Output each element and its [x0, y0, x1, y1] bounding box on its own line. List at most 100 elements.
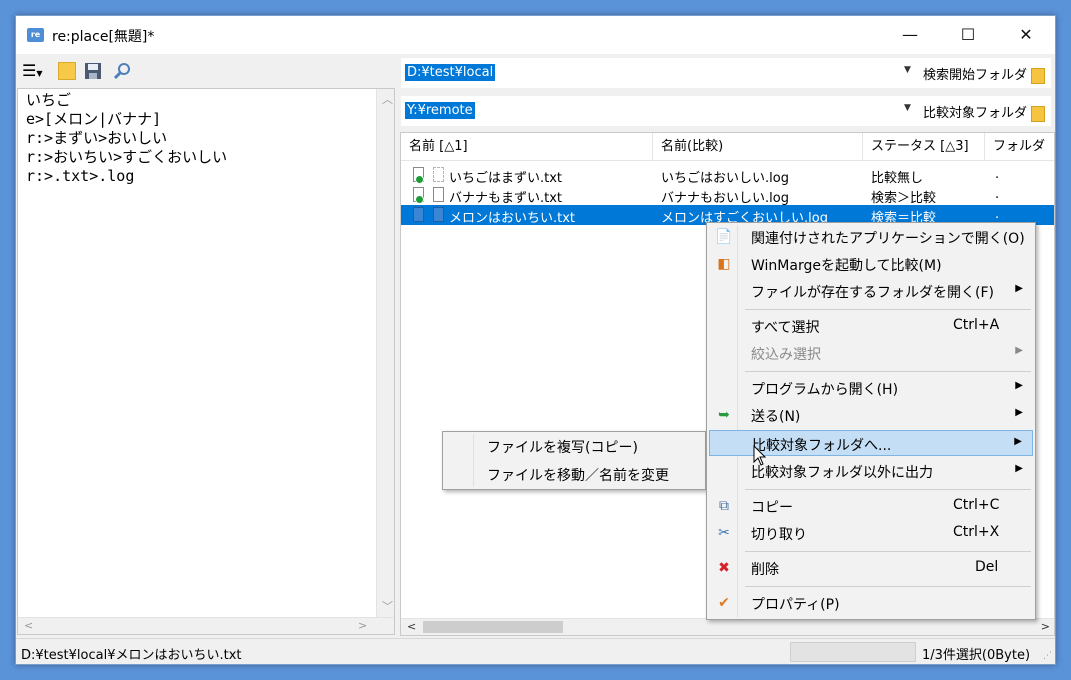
menu-item-open-with-app[interactable]: 📄 関連付けされたアプリケーションで開く(O) [709, 224, 1033, 250]
check-icon [415, 175, 424, 184]
scroll-left-icon[interactable]: < [24, 619, 33, 632]
check-icon [415, 195, 424, 204]
close-button[interactable]: ✕ [997, 16, 1055, 54]
scrollbar-thumb[interactable] [423, 621, 563, 633]
submenu-item-move-file[interactable]: ファイルを移動／名前を変更 [445, 461, 703, 487]
title-bar: re re:place[無題]* — ☐ ✕ [16, 16, 1055, 54]
window-title: re:place[無題]* [52, 29, 155, 45]
editor-horizontal-scrollbar[interactable]: < > [18, 617, 394, 634]
submenu-arrow-icon: ▶ [1015, 380, 1023, 391]
menu-item-delete[interactable]: ✖ 削除 Del [709, 555, 1033, 581]
submenu-arrow-icon: ▶ [1015, 407, 1023, 418]
menu-separator [745, 551, 1031, 552]
column-header-name[interactable]: 名前 [△1] [401, 133, 653, 161]
search-folder-button[interactable]: 検索開始フォルダ [923, 64, 1046, 84]
cell-folder: . [995, 167, 1000, 182]
menu-item-cut[interactable]: ✂ 切り取り Ctrl+X [709, 520, 1033, 546]
minimize-button[interactable]: — [881, 16, 939, 54]
menu-item-label: すべて選択 [751, 320, 820, 336]
menu-item-label: WinMargeを起動して比較(M) [751, 258, 942, 274]
scroll-left-icon[interactable]: < [407, 620, 416, 633]
submenu-arrow-icon: ▶ [1015, 283, 1023, 294]
submenu-arrow-icon: ▶ [1015, 463, 1023, 474]
menu-item-winmerge[interactable]: ◧ WinMargeを起動して比較(M) [709, 251, 1033, 277]
rule-editor-text[interactable]: いちご e>[メロン|バナナ] r:>まずい>おいしい r:>おいちい>すごくお… [26, 91, 227, 186]
chevron-down-icon[interactable]: ▼ [904, 65, 911, 75]
editor-toolbar: ☰▼ [16, 56, 396, 86]
submenu-item-label: ファイルを複写(コピー) [487, 440, 638, 456]
search-icon[interactable] [113, 62, 131, 80]
chevron-down-icon[interactable]: ▼ [904, 103, 911, 113]
send-to-icon: ➥ [718, 407, 730, 423]
menu-item-filter-select: 絞込み選択 ▶ [709, 340, 1033, 366]
maximize-button[interactable]: ☐ [939, 16, 997, 54]
new-file-icon[interactable] [58, 62, 76, 80]
menu-separator [745, 586, 1031, 587]
context-menu: 📄 関連付けされたアプリケーションで開く(O) ◧ WinMargeを起動して比… [706, 222, 1036, 620]
menu-item-label: 比較対象フォルダ以外に出力 [751, 465, 933, 481]
menu-item-label: 送る(N) [751, 409, 801, 425]
table-row[interactable]: バナナもまずい.txt バナナもおいしい.log 検索＞比較 . [401, 185, 1054, 206]
menu-item-properties[interactable]: ✔ プロパティ(P) [709, 590, 1033, 616]
submenu-arrow-icon: ▶ [1014, 436, 1022, 447]
submenu-item-copy-file[interactable]: ファイルを複写(コピー) [445, 433, 703, 459]
compare-folder-combo[interactable]: Y:¥remote ▼ 比較対象フォルダ [401, 96, 1051, 126]
scissors-icon: ✂ [718, 525, 730, 541]
table-row[interactable]: いちごはまずい.txt いちごはおいしい.log 比較無し . [401, 165, 1054, 186]
rule-editor[interactable]: いちご e>[メロン|バナナ] r:>まずい>おいしい r:>おいちい>すごくお… [17, 88, 395, 635]
compare-folder-input[interactable]: Y:¥remote [405, 102, 475, 119]
menu-item-send-to[interactable]: ➥ 送る(N) ▶ [709, 402, 1033, 428]
compare-folder-button[interactable]: 比較対象フォルダ [923, 102, 1046, 122]
search-folder-button-label: 検索開始フォルダ [923, 68, 1028, 83]
cell-status: 検索＞比較 [871, 191, 937, 206]
cell-status: 比較無し [871, 171, 924, 186]
menu-item-label: 切り取り [751, 527, 807, 543]
file-icon [413, 207, 424, 222]
status-selection: 1/3件選択(0Byte) [922, 648, 1031, 663]
status-bar: D:¥test¥local¥メロンはおいちい.txt 1/3件選択(0Byte)… [16, 638, 1055, 664]
hamburger-icon[interactable]: ☰▼ [22, 61, 43, 80]
status-progress [790, 642, 916, 662]
scroll-down-icon[interactable]: ﹀ [382, 598, 393, 614]
resize-grip-icon[interactable]: ⋰ [1043, 651, 1052, 661]
editor-vertical-scrollbar[interactable]: ︿ ﹀ [376, 89, 394, 634]
missing-file-icon [433, 167, 444, 182]
column-header-compare-name[interactable]: 名前(比較) [653, 133, 863, 161]
app-icon: re [27, 28, 44, 42]
scroll-right-icon[interactable]: > [1041, 620, 1050, 633]
cell-name: バナナもまずい.txt [449, 191, 563, 206]
file-list-horizontal-scrollbar[interactable]: < > [401, 618, 1054, 635]
cell-folder: . [995, 207, 1000, 222]
cell-name: いちごはまずい.txt [449, 171, 563, 186]
copy-icon: ⧉ [719, 498, 729, 514]
folder-icon [1031, 67, 1046, 84]
menu-item-label: 絞込み選択 [751, 347, 821, 363]
document-icon: 📄 [715, 229, 733, 245]
mouse-cursor-icon [753, 445, 767, 466]
menu-item-open-folder[interactable]: ファイルが存在するフォルダを開く(F) ▶ [709, 278, 1033, 304]
compare-folder-submenu: ファイルを複写(コピー) ファイルを移動／名前を変更 [442, 431, 706, 490]
search-folder-combo[interactable]: D:¥test¥local ▼ 検索開始フォルダ [401, 58, 1051, 88]
menu-item-copy[interactable]: ⧉ コピー Ctrl+C [709, 493, 1033, 519]
menu-separator [745, 371, 1031, 372]
menu-item-label: プロパティ(P) [751, 597, 840, 613]
search-folder-input[interactable]: D:¥test¥local [405, 64, 496, 81]
menu-item-select-all[interactable]: すべて選択 Ctrl+A [709, 313, 1033, 339]
menu-item-open-with-program[interactable]: プログラムから開く(H) ▶ [709, 375, 1033, 401]
menu-item-label: コピー [751, 500, 793, 516]
delete-x-icon: ✖ [718, 560, 730, 576]
file-icon [433, 187, 444, 202]
cell-compare-name: いちごはおいしい.log [661, 171, 789, 186]
save-icon[interactable] [84, 62, 102, 80]
folder-icon [1031, 105, 1046, 122]
menu-item-shortcut: Ctrl+C [953, 497, 1000, 513]
submenu-item-label: ファイルを移動／名前を変更 [487, 468, 669, 484]
column-header-folder[interactable]: フォルダ [985, 133, 1055, 161]
menu-item-label: ファイルが存在するフォルダを開く(F) [751, 285, 994, 301]
column-header-status[interactable]: ステータス [△3] [863, 133, 985, 161]
cell-name: メロンはおいちい.txt [449, 211, 576, 226]
scroll-right-icon[interactable]: > [358, 619, 367, 632]
scroll-up-icon[interactable]: ︿ [382, 91, 393, 107]
winmerge-icon: ◧ [717, 256, 731, 272]
menu-item-shortcut: Ctrl+X [953, 524, 1000, 540]
